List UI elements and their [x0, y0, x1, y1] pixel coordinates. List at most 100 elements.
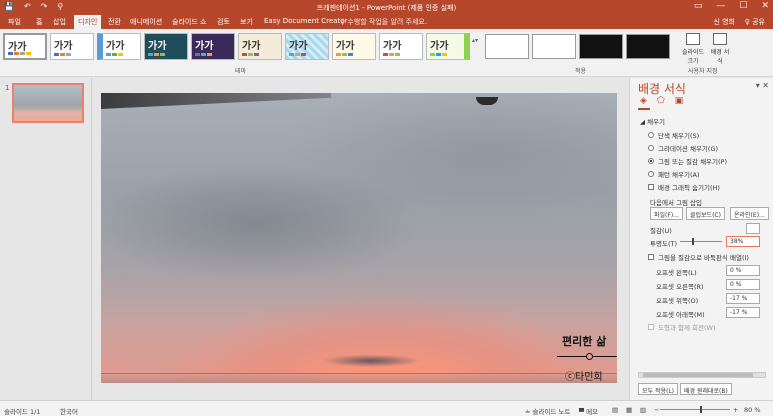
- slide-size-button[interactable]: 슬라이드 크기: [681, 33, 705, 65]
- insert-picture-from-label: 다음에서 그림 삽입: [650, 199, 702, 207]
- theme-sample-text: 가가: [54, 41, 73, 52]
- picture-fill-option[interactable]: 그림 또는 질감 채우기(P): [648, 156, 727, 166]
- share-button[interactable]: ♀ 공유: [745, 17, 765, 27]
- option-label: 그림을 질감으로 바둑판식 배열(I): [658, 254, 749, 262]
- tab-review[interactable]: 검토: [217, 17, 230, 27]
- fill-section-header[interactable]: ◢ 채우기: [640, 116, 665, 126]
- slide[interactable]: 편리한 삶 ⓒ타민희: [101, 93, 617, 383]
- radio[interactable]: [648, 171, 654, 177]
- offset-top-input[interactable]: -17 %: [726, 293, 760, 304]
- tab-home[interactable]: 홈: [36, 17, 42, 27]
- option-label: 배경 그래픽 숨기기(H): [658, 184, 720, 192]
- solid-fill-option[interactable]: 단색 채우기(S): [648, 130, 699, 140]
- zoom-in-icon[interactable]: +: [733, 406, 738, 414]
- transparency-slider[interactable]: [680, 238, 722, 245]
- tab-easy-document-creator[interactable]: Easy Document Creator: [264, 17, 347, 25]
- tab-file[interactable]: 파일: [8, 17, 21, 27]
- slide-indicator: 슬라이드 1/1: [4, 408, 41, 416]
- checkbox[interactable]: [648, 324, 654, 330]
- texture-picker[interactable]: [746, 223, 760, 234]
- online-button[interactable]: 온라인(E)...: [730, 207, 769, 220]
- slide-number: 1: [5, 84, 10, 92]
- ribbon-display-icon[interactable]: ▭: [694, 1, 703, 11]
- variants-group-label: 적용: [575, 68, 587, 75]
- tile-picture-option[interactable]: 그림을 질감으로 바둑판식 배열(I): [648, 252, 749, 262]
- tab-insert[interactable]: 삽입: [53, 17, 66, 27]
- zoom-level[interactable]: 80 %: [744, 406, 761, 414]
- variant-3[interactable]: [579, 34, 623, 59]
- offset-bottom-input[interactable]: -17 %: [726, 307, 760, 318]
- tab-transitions[interactable]: 전환: [108, 17, 121, 27]
- slide-thumbnail[interactable]: [12, 83, 84, 123]
- title-bar: 💾 ↶ ↷ ⚲ 프레젠테이션1 - PowerPoint (제품 인증 실패) …: [0, 0, 773, 15]
- tell-me-input[interactable]: ♀ 수행할 작업을 알려 주세요.: [340, 17, 427, 27]
- format-background-button[interactable]: 배경 서식: [710, 33, 730, 65]
- file-button[interactable]: 파일(F)...: [650, 207, 683, 220]
- offset-right-input[interactable]: 0 %: [726, 279, 760, 290]
- status-bar: 슬라이드 1/1 한국어 ≐ 슬라이드 노트 ▀ 메모 ▤ ▦ ▥ − + 80…: [0, 400, 773, 416]
- theme-4[interactable]: 가가: [144, 33, 188, 60]
- reset-background-button[interactable]: 배경 원래대로(B): [680, 383, 732, 395]
- scrollbar-thumb[interactable]: [643, 373, 753, 377]
- rotate-with-shape-option[interactable]: 도형과 함께 회전(W): [648, 322, 716, 332]
- tab-design[interactable]: 디자인: [74, 15, 102, 29]
- zoom-knob[interactable]: [700, 406, 702, 413]
- theme-6[interactable]: 가가: [238, 33, 282, 60]
- pane-horizontal-scrollbar[interactable]: [638, 372, 766, 378]
- signature-name[interactable]: ⓒ타민희: [565, 368, 603, 383]
- pattern-fill-option[interactable]: 패턴 채우기(A): [648, 169, 700, 179]
- transparency-input[interactable]: 38%: [726, 236, 760, 247]
- theme-sample-text: 가가: [195, 41, 214, 52]
- theme-office[interactable]: 가가: [3, 33, 47, 60]
- variant-1[interactable]: [485, 34, 529, 59]
- slider-knob[interactable]: [692, 238, 694, 245]
- notes-button[interactable]: ≐ 슬라이드 노트: [525, 406, 570, 416]
- user-name[interactable]: 신 영희: [713, 17, 735, 27]
- variant-4[interactable]: [626, 34, 670, 59]
- tab-view[interactable]: 보기: [240, 17, 253, 27]
- slide-sorter-icon[interactable]: ▦: [626, 406, 632, 414]
- gradient-fill-option[interactable]: 그라데이션 채우기(G): [648, 143, 718, 153]
- theme-7[interactable]: 가가: [285, 33, 329, 60]
- theme-10[interactable]: 가가: [426, 33, 470, 60]
- themes-more-icon[interactable]: ▴▾: [472, 37, 478, 44]
- radio-selected[interactable]: [648, 158, 654, 164]
- theme-sample-text: 가가: [430, 41, 449, 52]
- offset-bottom-label: 오프셋 아래쪽(M): [656, 311, 705, 319]
- theme-sample-text: 가가: [106, 41, 125, 52]
- clipboard-button[interactable]: 클립보드(C): [686, 207, 725, 220]
- radio[interactable]: [648, 145, 654, 151]
- customize-group-label: 사용자 지정: [688, 68, 718, 75]
- zoom-slider[interactable]: [660, 406, 730, 413]
- checkbox[interactable]: [648, 254, 654, 260]
- theme-2[interactable]: 가가: [50, 33, 94, 60]
- theme-5[interactable]: 가가: [191, 33, 235, 60]
- minimize-icon[interactable]: —: [716, 1, 725, 11]
- maximize-icon[interactable]: ☐: [739, 1, 747, 11]
- fill-icon[interactable]: ◈: [640, 96, 647, 106]
- normal-view-icon[interactable]: ▤: [612, 406, 618, 414]
- reading-view-icon[interactable]: ▥: [640, 406, 646, 414]
- apply-to-all-button[interactable]: 모두 적용(L): [638, 383, 679, 395]
- checkbox[interactable]: [648, 184, 654, 190]
- theme-sample-text: 가가: [289, 41, 308, 52]
- comments-button[interactable]: ▀ 메모: [579, 406, 598, 416]
- tab-animations[interactable]: 애니메이션: [130, 17, 162, 27]
- offset-left-input[interactable]: 0 %: [726, 265, 760, 276]
- zoom-out-icon[interactable]: −: [654, 406, 659, 414]
- tab-slideshow[interactable]: 슬라이드 쇼: [172, 17, 206, 27]
- close-icon[interactable]: ✕: [761, 1, 769, 11]
- picture-icon[interactable]: ▣: [675, 96, 684, 106]
- variant-2[interactable]: [532, 34, 576, 59]
- hide-background-graphics-option[interactable]: 배경 그래픽 숨기기(H): [648, 182, 720, 192]
- theme-9[interactable]: 가가: [379, 33, 423, 60]
- window-title: 프레젠테이션1 - PowerPoint (제품 인증 실패): [316, 4, 457, 12]
- radio[interactable]: [648, 132, 654, 138]
- theme-8[interactable]: 가가: [332, 33, 376, 60]
- theme-3[interactable]: 가가: [97, 33, 141, 60]
- lamp: [476, 97, 498, 105]
- effects-icon[interactable]: ⬠: [657, 96, 665, 106]
- language-indicator[interactable]: 한국어: [60, 406, 78, 416]
- signature-title[interactable]: 편리한 삶: [562, 333, 606, 349]
- pane-close-icon[interactable]: ▾ ✕: [756, 81, 769, 90]
